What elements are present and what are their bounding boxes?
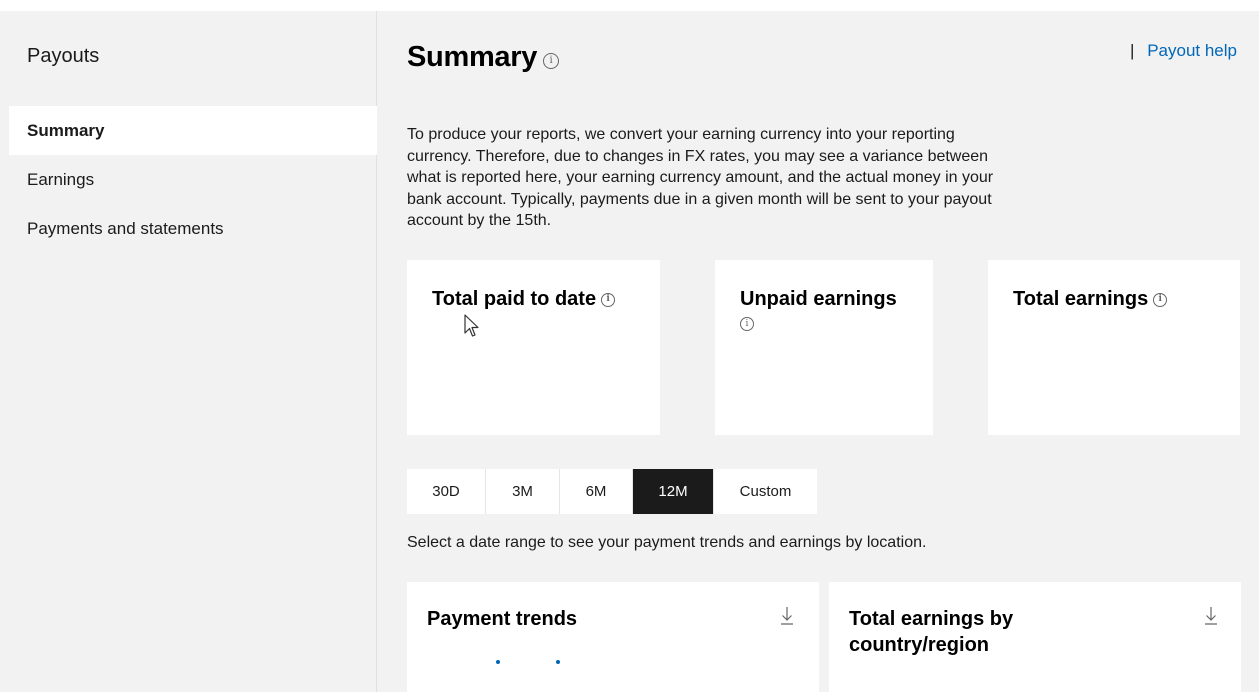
total-earnings-card: Total earnings i	[988, 260, 1240, 435]
date-range-selector: 30D 3M 6M 12M Custom	[407, 469, 817, 514]
unpaid-earnings-card: Unpaid earnings i	[715, 260, 933, 435]
page-title: Summary	[407, 41, 538, 73]
sidebar-title: Payouts	[27, 45, 100, 67]
total-paid-title: Total paid to date	[432, 288, 597, 310]
payment-trends-title: Payment trends	[427, 608, 578, 630]
earnings-by-country-title: Total earnings by country/region	[849, 608, 1014, 656]
sidebar: Payouts Summary Earnings Payments and st…	[9, 11, 377, 692]
total-paid-card: Total paid to date i	[407, 260, 660, 435]
sidebar-item-earnings[interactable]: Earnings	[9, 155, 377, 204]
total-paid-title-row: Total paid to date i	[432, 288, 616, 311]
sidebar-item-label: Summary	[27, 120, 105, 140]
page-header: Summary i	[407, 41, 560, 74]
sidebar-nav: Summary Earnings Payments and statements	[9, 106, 377, 253]
loading-dot	[496, 660, 500, 664]
help-separator: |	[1130, 41, 1135, 60]
mouse-cursor-icon	[464, 314, 479, 337]
summary-description: To produce your reports, we convert your…	[407, 126, 994, 229]
payout-help: | Payout help	[1130, 41, 1237, 61]
sidebar-item-payments-and-statements[interactable]: Payments and statements	[9, 204, 377, 253]
payout-help-link[interactable]: Payout help	[1147, 41, 1237, 60]
total-earnings-title-row: Total earnings i	[1013, 288, 1168, 311]
range-6m-button[interactable]: 6M	[560, 469, 633, 514]
download-icon[interactable]	[1203, 604, 1219, 626]
total-earnings-title: Total earnings	[1013, 288, 1149, 310]
download-icon[interactable]	[779, 604, 795, 626]
payouts-app: Payouts Summary Earnings Payments and st…	[0, 0, 1259, 692]
top-strip	[0, 0, 1259, 11]
payment-trends-panel: Payment trends	[407, 582, 819, 692]
info-icon[interactable]: i	[543, 52, 560, 69]
earnings-by-country-panel: Total earnings by country/region	[829, 582, 1241, 692]
loading-dot	[556, 660, 560, 664]
range-30d-button[interactable]: 30D	[407, 469, 486, 514]
info-icon[interactable]: i	[601, 292, 616, 307]
main-content: Summary i | Payout help To produce your …	[378, 11, 1259, 692]
range-12m-button[interactable]: 12M	[633, 469, 714, 514]
range-3m-button[interactable]: 3M	[486, 469, 560, 514]
sidebar-item-label: Earnings	[27, 169, 95, 189]
info-icon[interactable]: i	[1153, 292, 1168, 307]
unpaid-earnings-title: Unpaid earnings	[740, 288, 897, 310]
info-icon[interactable]: i	[740, 317, 754, 331]
sidebar-item-label: Payments and statements	[27, 218, 224, 238]
date-range-hint: Select a date range to see your payment …	[407, 534, 927, 551]
sidebar-item-summary[interactable]: Summary	[9, 106, 377, 155]
range-custom-button[interactable]: Custom	[714, 469, 817, 514]
